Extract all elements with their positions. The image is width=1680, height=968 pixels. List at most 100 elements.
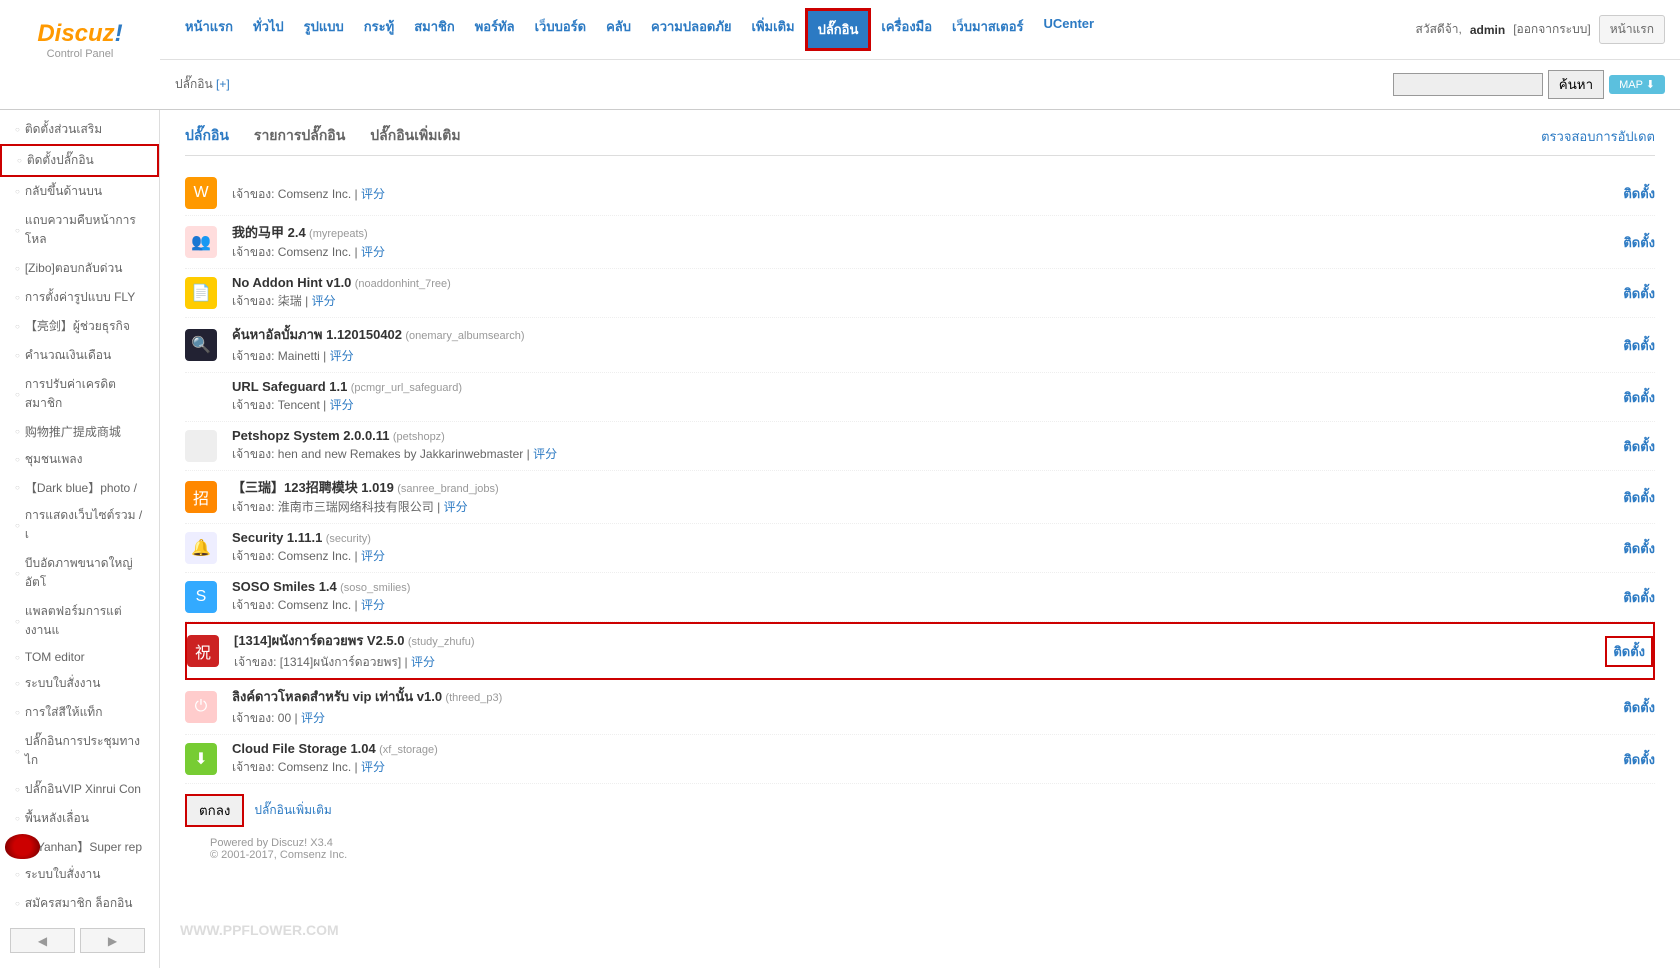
tab-0[interactable]: ปลั๊กอิน (185, 125, 229, 147)
plugin-meta: เจ้าของ: Comsenz Inc. | 评分 (232, 547, 1623, 566)
nav-item-11[interactable]: เครื่องมือ (871, 8, 942, 51)
sidebar-item-11[interactable]: 【Dark blue】photo / (0, 474, 159, 501)
nav-item-9[interactable]: เพิ่มเติม (742, 8, 805, 51)
plugin-rate-link[interactable]: 评分 (361, 598, 385, 612)
sidebar-item-4[interactable]: [Zibo]ตอบกลับด่วน (0, 254, 159, 283)
home-button[interactable]: หน้าแรก (1599, 15, 1665, 44)
ok-button[interactable]: ตกลง (185, 794, 244, 827)
install-button[interactable]: ติดตั้ง (1623, 335, 1655, 356)
footer-powered: Powered by Discuz! X3.4 (210, 837, 1630, 849)
ladybug-icon (5, 834, 40, 859)
logo-excl: ! (115, 20, 123, 47)
install-button[interactable]: ติดตั้ง (1623, 387, 1655, 408)
breadcrumb-add[interactable]: [+] (216, 77, 230, 91)
plugin-rate-link[interactable]: 评分 (312, 294, 336, 308)
plugin-meta: เจ้าของ: [1314]ผนังการ์ดอวยพร] | 评分 (234, 653, 1605, 672)
sidebar-item-20[interactable]: พื้นหลังเลื่อน (0, 804, 159, 833)
nav-item-3[interactable]: กระทู้ (354, 8, 404, 51)
search-button[interactable]: ค้นหา (1548, 70, 1604, 99)
sidebar-item-17[interactable]: การใส่สีให้แท็ก (0, 698, 159, 727)
sidebar-item-16[interactable]: ระบบใบสั่งงาน (0, 669, 159, 698)
logo-subtitle: Control Panel (10, 48, 150, 60)
nav-item-10[interactable]: ปลั๊กอิน (805, 8, 872, 51)
sidebar-item-8[interactable]: การปรับค่าเครดิตสมาชิก (0, 370, 159, 418)
nav-item-8[interactable]: ความปลอดภัย (641, 8, 742, 51)
plugin-rate-link[interactable]: 评分 (411, 655, 435, 669)
sidebar-item-15[interactable]: TOM editor (0, 645, 159, 669)
nav-item-0[interactable]: หน้าแรก (175, 8, 243, 51)
sidebar-item-5[interactable]: การตั้งค่ารูปแบบ FLY (0, 283, 159, 312)
sidebar-item-0[interactable]: ติดตั้งส่วนเสริม (0, 115, 159, 144)
sidebar-item-14[interactable]: แพลตฟอร์มการแต่งงานแ (0, 597, 159, 645)
plugin-row: ⬇ Cloud File Storage 1.04 (xf_storage) เ… (185, 735, 1655, 784)
install-button[interactable]: ติดตั้ง (1623, 436, 1655, 457)
plugin-id: (noaddonhint_7ree) (355, 278, 451, 290)
plugin-rate-link[interactable]: 评分 (361, 760, 385, 774)
map-button[interactable]: MAP ⬇ (1609, 75, 1665, 94)
install-button[interactable]: ติดตั้ง (1623, 697, 1655, 718)
sidebar-item-13[interactable]: บีบอัดภาพขนาดใหญ่อัตโ (0, 549, 159, 597)
nav-item-12[interactable]: เว็บมาสเตอร์ (942, 8, 1033, 51)
plugin-id: (myrepeats) (309, 228, 368, 240)
plugin-icon: 🔍 (185, 329, 217, 361)
plugin-id: (sanree_brand_jobs) (397, 483, 499, 495)
install-button[interactable]: ติดตั้ง (1605, 636, 1653, 667)
user-area: สวัสดีจ้า, admin [ออกจากระบบ] หน้าแรก (1416, 15, 1665, 44)
plugin-rate-link[interactable]: 评分 (301, 711, 325, 725)
nav-item-13[interactable]: UCenter (1034, 8, 1105, 51)
plugin-rate-link[interactable]: 评分 (361, 187, 385, 201)
plugin-rate-link[interactable]: 评分 (330, 398, 354, 412)
sidebar-item-19[interactable]: ปลั๊กอินVIP Xinrui Con (0, 775, 159, 804)
plugin-row: 🔍 ค้นหาอัลบั้มภาพ 1.120150402 (onemary_a… (185, 318, 1655, 373)
plugin-list: W เจ้าของ: Comsenz Inc. | 评分 ติดตั้ง 👥 我… (185, 171, 1655, 784)
install-button[interactable]: ติดตั้ง (1623, 538, 1655, 559)
tab-1[interactable]: รายการปลั๊กอิน (254, 125, 345, 147)
install-button[interactable]: ติดตั้ง (1623, 232, 1655, 253)
more-plugins-link[interactable]: ปลั๊กอินเพิ่มเติม (254, 801, 331, 820)
plugin-title: [1314]ผนังการ์ดอวยพร V2.5.0 (234, 633, 405, 648)
sidebar-item-9[interactable]: 购物推广提成商城 (0, 418, 159, 445)
plugin-title: URL Safeguard 1.1 (232, 379, 347, 394)
sidebar-item-7[interactable]: คำนวณเงินเดือน (0, 341, 159, 370)
nav-item-1[interactable]: ทั่วไป (243, 8, 294, 51)
tab-2[interactable]: ปลั๊กอินเพิ่มเติม (370, 125, 460, 147)
nav-item-5[interactable]: พอร์ทัล (465, 8, 525, 51)
plugin-rate-link[interactable]: 评分 (361, 549, 385, 563)
sidebar-item-1[interactable]: ติดตั้งปลั๊กอิน (0, 144, 159, 177)
plugin-rate-link[interactable]: 评分 (330, 349, 354, 363)
install-button[interactable]: ติดตั้ง (1623, 183, 1655, 204)
plugin-meta: เจ้าของ: 00 | 评分 (232, 709, 1623, 728)
install-button[interactable]: ติดตั้ง (1623, 587, 1655, 608)
update-check-link[interactable]: ตรวจสอบการอัปเดต (1541, 126, 1655, 147)
install-button[interactable]: ติดตั้ง (1623, 283, 1655, 304)
plugin-rate-link[interactable]: 评分 (533, 447, 557, 461)
install-button[interactable]: ติดตั้ง (1623, 749, 1655, 770)
logout-link[interactable]: [ออกจากระบบ] (1513, 20, 1591, 39)
plugin-meta: เจ้าของ: 淮南市三瑞网络科技有限公司 | 评分 (232, 498, 1623, 517)
nav-item-6[interactable]: เว็บบอร์ด (525, 8, 596, 51)
plugin-meta: เจ้าของ: 柒瑞 | 评分 (232, 292, 1623, 311)
plugin-row: 🛡 URL Safeguard 1.1 (pcmgr_url_safeguard… (185, 373, 1655, 422)
plugin-id: (xf_storage) (379, 744, 438, 756)
sidebar-item-3[interactable]: แถบความคืบหน้าการโหล (0, 206, 159, 254)
plugin-meta: เจ้าของ: Comsenz Inc. | 评分 (232, 596, 1623, 615)
sidebar-item-10[interactable]: ชุมชนเพลง (0, 445, 159, 474)
sidebar-item-2[interactable]: กลับขึ้นด้านบน (0, 177, 159, 206)
nav-item-7[interactable]: คลับ (596, 8, 641, 51)
sidebar-item-22[interactable]: ระบบใบสั่งงาน (0, 860, 159, 889)
plugin-icon: 👥 (185, 226, 217, 258)
sidebar-item-23[interactable]: สมัครสมาชิก ล็อกอิน (0, 889, 159, 918)
nav-item-4[interactable]: สมาชิก (404, 8, 465, 51)
sidebar-item-6[interactable]: 【亮剑】ผู้ช่วยธุรกิจ (0, 312, 159, 341)
plugin-icon: ⏻ (185, 691, 217, 723)
search-input[interactable] (1393, 73, 1543, 96)
sidebar-item-12[interactable]: การแสดงเว็บไซต์รวม /เ (0, 501, 159, 549)
sidebar-item-18[interactable]: ปลั๊กอินการประชุมทางไก (0, 727, 159, 775)
plugin-rate-link[interactable]: 评分 (444, 500, 468, 514)
nav-item-2[interactable]: รูปแบบ (294, 8, 354, 51)
pager-prev[interactable]: ◀ (10, 928, 75, 953)
plugin-rate-link[interactable]: 评分 (361, 245, 385, 259)
install-button[interactable]: ติดตั้ง (1623, 487, 1655, 508)
plugin-row: W เจ้าของ: Comsenz Inc. | 评分 ติดตั้ง (185, 171, 1655, 216)
pager-next[interactable]: ▶ (80, 928, 145, 953)
